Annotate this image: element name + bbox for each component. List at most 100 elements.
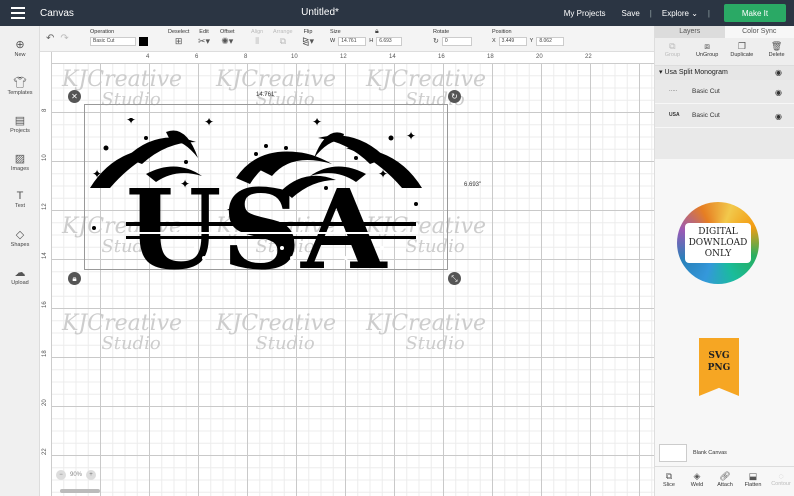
top-bar: Canvas Untitled* My Projects Save | Expl…: [0, 0, 794, 26]
align-icon: ⫴: [255, 36, 259, 46]
operation-select[interactable]: Basic Cut: [90, 37, 136, 46]
delete-button[interactable]: 🗑︎ Delete: [759, 38, 794, 65]
scissors-icon: ✂▾: [198, 36, 211, 46]
svg-text:✦: ✦: [406, 129, 416, 143]
resize-handle-icon[interactable]: ⤡: [448, 272, 461, 285]
deselect-button[interactable]: Deselect ⊞: [168, 29, 189, 47]
width-field[interactable]: 14.761: [338, 37, 367, 46]
tab-color-sync[interactable]: Color Sync: [725, 26, 794, 38]
group-label: Group: [664, 52, 681, 58]
rotate-handle-icon[interactable]: ↻: [448, 90, 461, 103]
sidebar-item-label: Text: [14, 203, 26, 209]
svg-text:✦: ✦: [312, 118, 322, 129]
sidebar-item-label: Templates: [7, 90, 33, 96]
height-field[interactable]: 6.693: [376, 37, 403, 46]
sidebar-item-images[interactable]: ▨ Images: [0, 152, 40, 172]
explore-dropdown[interactable]: Explore ⌄: [662, 9, 698, 18]
layer-item[interactable]: USA Basic Cut ◉: [655, 104, 794, 128]
slice-button[interactable]: ⧉ Slice: [655, 467, 683, 496]
eye-icon[interactable]: ◉: [775, 88, 782, 97]
lock-handle-icon[interactable]: 🔒︎: [68, 272, 81, 285]
usa-monogram-design[interactable]: ✦ ✦ ✦ ✦ ✦ ✦ ✦ ✦ USA: [86, 118, 426, 278]
x-field[interactable]: 3.449: [498, 37, 527, 46]
y-label: Y: [529, 37, 534, 44]
group-icon: ⧉: [669, 41, 676, 51]
weld-button[interactable]: ◈ Weld: [683, 467, 711, 496]
align-label: Align: [251, 29, 264, 35]
weld-label: Weld: [690, 482, 704, 488]
w-label: W: [330, 37, 336, 44]
layer-name: Basic Cut: [692, 112, 720, 119]
lock-icon[interactable]: 🔒︎: [375, 28, 379, 36]
layer-thumbnail: ·····: [669, 88, 678, 94]
group-button[interactable]: ⧉ Group: [655, 38, 690, 65]
make-it-button[interactable]: Make It: [724, 4, 786, 22]
ruler-tick: 20: [536, 54, 543, 60]
sidebar-item-shapes[interactable]: ◇ Shapes: [0, 228, 40, 248]
undo-icon[interactable]: ↶: [46, 33, 60, 44]
svg-text:✦: ✦: [204, 118, 214, 129]
contour-button[interactable]: ◌ Contour: [767, 467, 794, 496]
layer-item[interactable]: ····· Basic Cut ◉: [655, 80, 794, 104]
offset-icon: ✺▾: [221, 36, 234, 46]
redo-icon[interactable]: ↷: [60, 33, 74, 44]
zoom-out-button[interactable]: −: [56, 470, 66, 480]
edit-button[interactable]: Edit ✂▾: [198, 29, 210, 47]
flip-label: Flip: [303, 29, 313, 35]
sidebar-item-new[interactable]: ⊕ New: [0, 38, 40, 58]
flatten-button[interactable]: ⬓ Flatten: [739, 467, 767, 496]
flip-button[interactable]: Flip ⧎▾: [302, 29, 314, 47]
ruler-tick: 14: [42, 252, 48, 259]
blank-canvas-item[interactable]: Blank Canvas: [659, 444, 727, 462]
color-swatch[interactable]: [139, 37, 148, 46]
zoom-control: − 90% +: [56, 469, 97, 481]
attach-icon: 🔗︎: [719, 471, 731, 481]
ungroup-button[interactable]: ⧈ UnGroup: [690, 38, 725, 65]
ruler-tick: 4: [146, 54, 150, 60]
attach-label: Attach: [717, 482, 733, 488]
projects-icon: ▤: [14, 115, 26, 127]
ruler-tick: 12: [42, 203, 48, 210]
attach-button[interactable]: 🔗︎ Attach: [711, 467, 739, 496]
design-canvas[interactable]: 4 6 8 10 12 14 16 18 20 22 8 10 12 14 16…: [40, 52, 654, 496]
sidebar-item-projects[interactable]: ▤ Projects: [0, 114, 40, 134]
x-label: X: [492, 37, 496, 44]
banner-line: SVG: [708, 351, 730, 361]
layer-group[interactable]: ▾ Usa Split Monogram ◉: [655, 66, 794, 80]
svg-text:✦: ✦: [92, 167, 102, 181]
save-button[interactable]: Save: [622, 9, 640, 18]
horizontal-scrollbar[interactable]: [60, 489, 100, 493]
offset-button[interactable]: Offset ✺▾: [220, 29, 235, 47]
y-field[interactable]: 8.062: [536, 37, 565, 46]
arrange-button[interactable]: Arrange ⧉: [273, 29, 293, 47]
arrange-icon: ⧉: [279, 36, 286, 46]
h-label: H: [369, 37, 374, 44]
rotate-icon: ↻: [433, 37, 439, 45]
svg-text:✦: ✦: [126, 118, 136, 127]
separator: |: [707, 8, 710, 18]
sidebar-item-label: Images: [10, 166, 30, 172]
layer-name: Basic Cut: [692, 88, 720, 95]
edit-label: Edit: [199, 29, 209, 35]
layer-thumbnail: USA: [669, 112, 680, 118]
upload-icon: ☁: [14, 267, 26, 279]
eye-icon[interactable]: ◉: [775, 66, 782, 80]
weld-icon: ◈: [693, 471, 701, 481]
watermark-line: Studio: [101, 333, 161, 354]
my-projects-link[interactable]: My Projects: [564, 9, 606, 18]
sidebar-item-upload[interactable]: ☁ Upload: [0, 266, 40, 286]
eye-icon[interactable]: ◉: [775, 112, 782, 121]
delete-handle-icon[interactable]: ✕: [68, 90, 81, 103]
rotate-field[interactable]: 0: [441, 37, 472, 46]
duplicate-button[interactable]: ❐ Duplicate: [725, 38, 760, 65]
caret-down-icon[interactable]: ▾: [659, 69, 663, 76]
align-button[interactable]: Align ⫴: [251, 29, 263, 47]
sidebar-item-text[interactable]: T Text: [0, 190, 40, 209]
flatten-icon: ⬓: [748, 471, 758, 481]
blank-canvas-label: Blank Canvas: [693, 450, 727, 456]
zoom-in-button[interactable]: +: [86, 470, 97, 480]
watermark-line: Studio: [255, 333, 315, 354]
tab-layers[interactable]: Layers: [655, 26, 725, 38]
document-title[interactable]: Untitled*: [0, 7, 640, 18]
sidebar-item-templates[interactable]: 👕︎ Templates: [0, 76, 40, 96]
